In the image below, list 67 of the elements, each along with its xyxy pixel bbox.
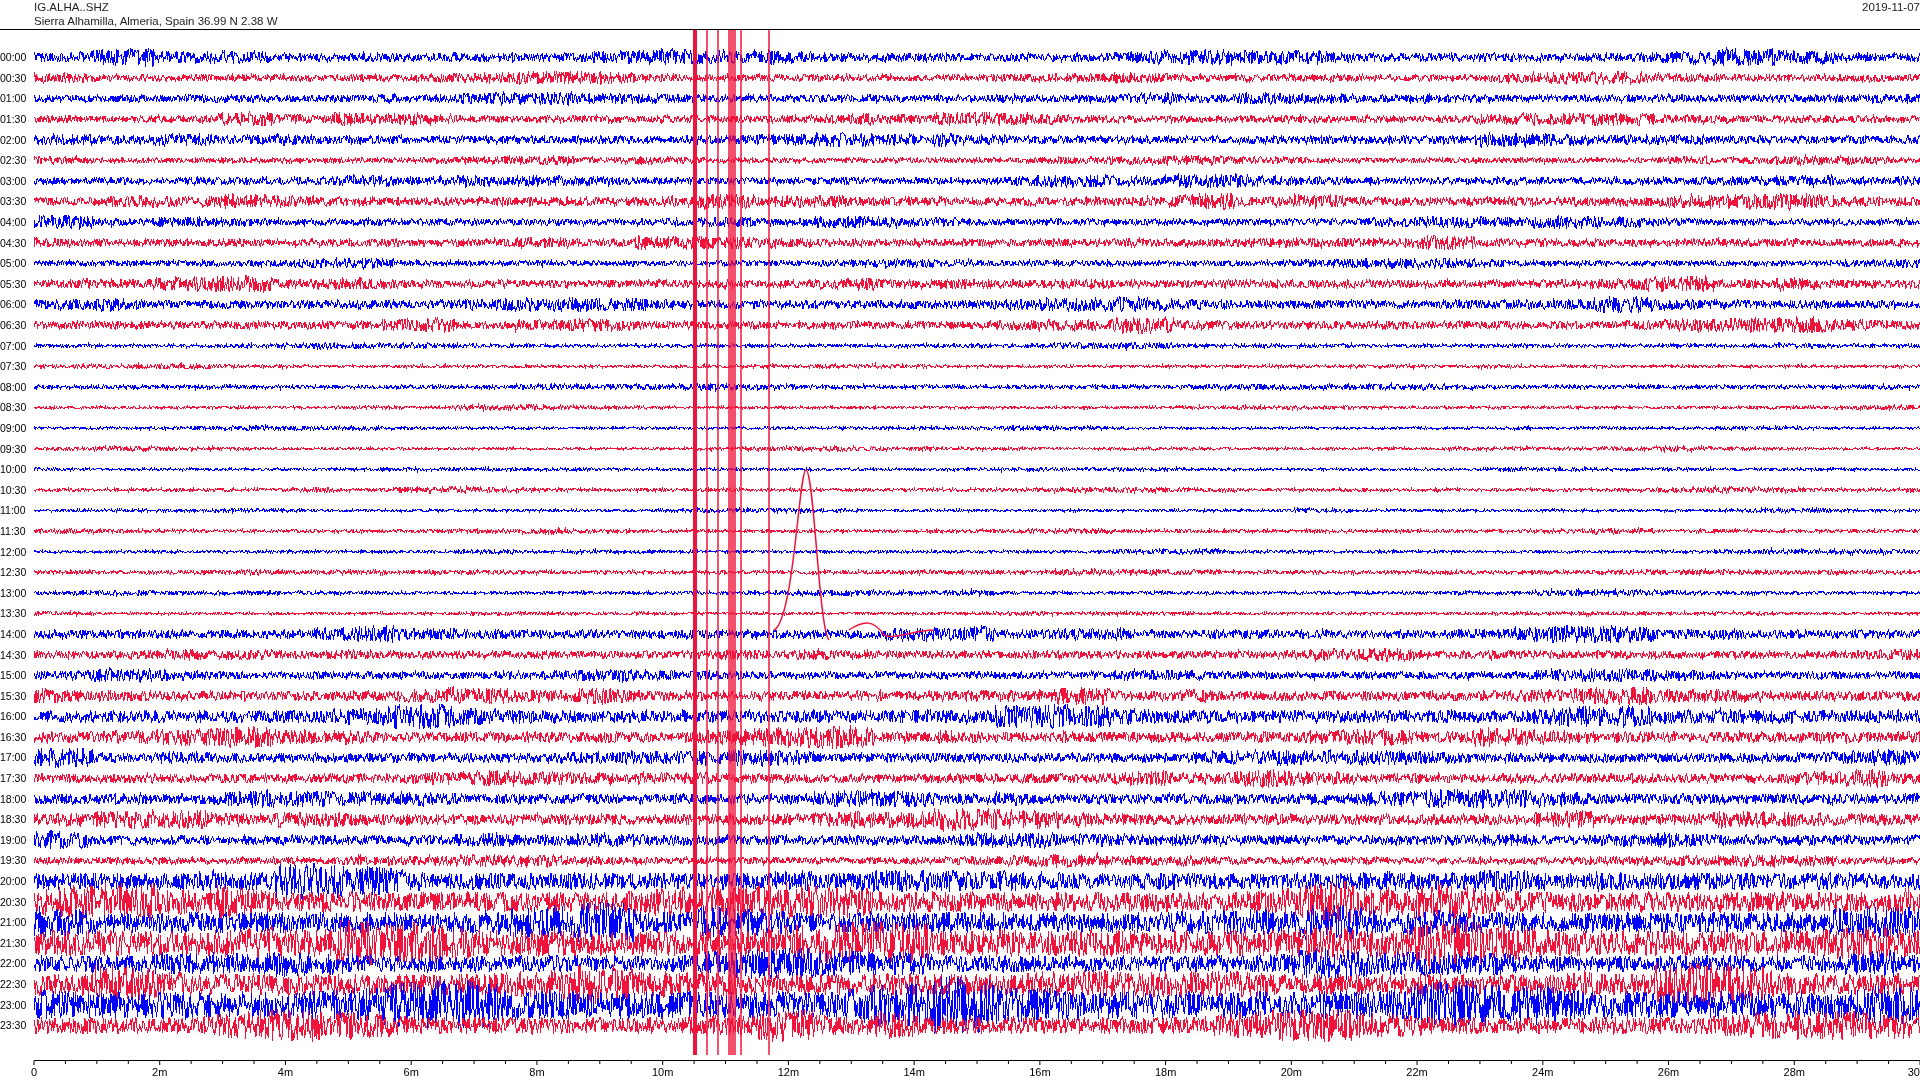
time-label: 05:30 [0,276,28,292]
time-label: 15:30 [0,688,28,704]
time-label: 19:00 [0,832,28,848]
time-label: 21:00 [0,915,28,931]
tick-label: 22m [1406,1066,1428,1078]
time-label: 12:30 [0,565,28,581]
time-label: 03:30 [0,194,28,210]
tick-label: 18m [1154,1066,1177,1078]
time-label: 01:00 [0,91,28,107]
time-label: 04:30 [0,235,28,251]
channel-title: IG.ALHA..SHZ [34,0,110,14]
time-label: 21:30 [0,935,28,951]
time-label: 22:00 [0,956,28,972]
tick-label: 0 [30,1066,38,1078]
tick-label: 26m [1657,1066,1680,1078]
date-label: 2019-11-07 [1862,0,1920,15]
time-label: 09:30 [0,441,28,457]
time-label: 10:30 [0,482,28,498]
time-label: 11:00 [0,503,27,519]
tick-label: 2m [152,1066,168,1078]
time-label: 06:00 [0,297,28,313]
time-label: 02:30 [0,153,28,169]
tick-label: 4m [277,1066,294,1078]
time-label: 13:30 [0,606,28,622]
time-label: 09:00 [0,421,28,436]
tick-label: 30 [1907,1066,1920,1078]
time-label: 14:30 [0,647,28,663]
time-label: 08:30 [0,400,28,416]
time-label: 18:00 [0,791,28,807]
time-label: 10:00 [0,462,28,478]
time-label: 12:00 [0,544,28,560]
tick-label: 6m [403,1066,419,1078]
time-label: 20:30 [0,894,28,910]
time-label: 14:00 [0,626,28,642]
time-label: 06:30 [0,318,28,333]
time-label: 18:30 [0,812,28,828]
time-label: 02:00 [0,132,28,148]
station-location: Sierra Alhamilla, Almeria, Spain 36.99 N 2.38 W [34,14,278,28]
time-label: 05:00 [0,256,28,272]
time-label: 04:00 [0,215,28,231]
time-label: 07:30 [0,359,28,375]
time-label: 23:00 [0,997,28,1013]
time-label: 22:30 [0,977,28,992]
time-label: 16:00 [0,709,28,725]
time-label: 16:30 [0,729,28,745]
time-label: 07:00 [0,338,28,354]
time-label: 08:00 [0,379,28,395]
time-label: 17:00 [0,750,28,766]
time-label: 23:30 [0,1018,28,1034]
tick-label: 16m [1029,1066,1051,1078]
tick-label: 10m [651,1066,674,1078]
time-label: 17:30 [0,771,28,787]
time-label: 11:30 [0,523,27,539]
tick-label: 24m [1532,1066,1554,1078]
tick-label: 20m [1280,1066,1303,1078]
tick-label: 8m [529,1066,545,1078]
time-label: 00:30 [0,70,28,86]
tick-label: 28m [1783,1066,1805,1078]
time-label: 01:30 [0,112,28,128]
time-label: 20:00 [0,874,28,890]
time-label: 00:00 [0,50,28,66]
time-label: 03:00 [0,173,28,189]
time-label: 15:00 [0,668,28,684]
time-label: 13:00 [0,585,28,601]
tick-label: 12m [777,1066,800,1078]
tick-label: 14m [903,1066,925,1078]
time-label: 19:30 [0,853,28,869]
